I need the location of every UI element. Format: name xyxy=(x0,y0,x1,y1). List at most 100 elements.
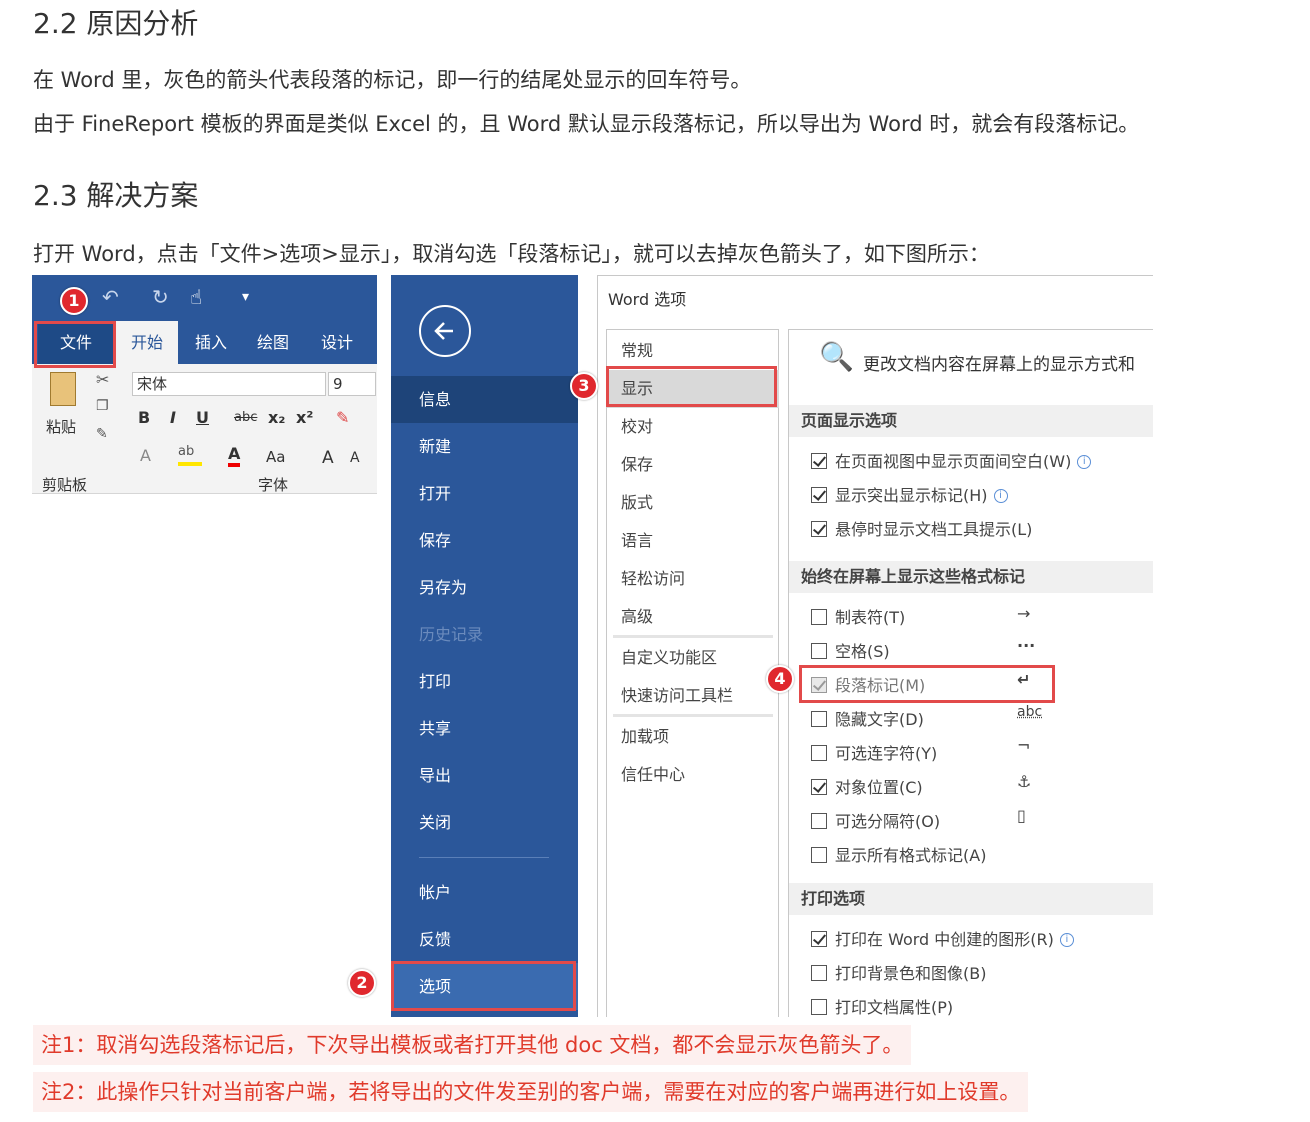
backstage-export[interactable]: 导出 xyxy=(391,752,578,799)
info-icon: i xyxy=(993,489,1008,503)
checkbox[interactable] xyxy=(811,779,827,795)
option-label: 空格(S) xyxy=(835,642,890,661)
backstage-new[interactable]: 新建 xyxy=(391,423,578,470)
backstage-info[interactable]: 信息 xyxy=(391,376,578,423)
nav-customize-ribbon[interactable]: 自定义功能区 xyxy=(607,639,779,677)
option-show-tooltips[interactable]: 悬停时显示文档工具提示(L) xyxy=(811,516,1032,542)
option-label: 对象位置(C) xyxy=(835,778,923,797)
checkbox[interactable] xyxy=(811,487,827,503)
customize-toolbar-icon[interactable]: ▾ xyxy=(242,289,249,305)
option-optional-breaks[interactable]: 可选分隔符(O) xyxy=(811,808,940,834)
option-spaces[interactable]: 空格(S) xyxy=(811,638,890,664)
tab-draw[interactable]: 绘图 xyxy=(242,321,304,364)
copy-icon[interactable]: ❐ xyxy=(96,398,109,414)
format-painter-icon[interactable]: ✎ xyxy=(96,426,108,442)
tab-insert[interactable]: 插入 xyxy=(180,321,242,364)
option-tab-marks[interactable]: 制表符(T) xyxy=(811,604,905,630)
checkbox[interactable] xyxy=(811,643,827,659)
nav-general[interactable]: 常规 xyxy=(607,332,779,370)
subscript-button[interactable]: x₂ xyxy=(268,408,285,427)
font-color-icon[interactable]: A xyxy=(228,444,241,467)
option-print-properties[interactable]: 打印文档属性(P) xyxy=(811,994,953,1017)
highlight-options-item xyxy=(391,961,576,1011)
cut-icon[interactable]: ✂ xyxy=(96,370,109,389)
backstage-share[interactable]: 共享 xyxy=(391,705,578,752)
clear-formatting-icon[interactable]: ✎ xyxy=(336,408,349,427)
tab-home[interactable]: 开始 xyxy=(116,321,178,364)
checkbox[interactable] xyxy=(811,847,827,863)
highlight-color-icon[interactable]: ab xyxy=(178,444,202,466)
formatting-marks-section: 始终在屏幕上显示这些格式标记 xyxy=(789,561,1153,593)
touch-mode-icon[interactable]: ☝ xyxy=(190,285,202,309)
option-label: 显示所有格式标记(A) xyxy=(835,846,987,865)
undo-icon[interactable]: ↶ xyxy=(102,285,119,309)
option-object-anchors[interactable]: 对象位置(C) xyxy=(811,774,923,800)
nav-language[interactable]: 语言 xyxy=(607,522,779,560)
word-options-screenshot: ↶ ↻ ☝ ▾ 文件 开始 插入 绘图 设计 ✂ ❐ ✎ 粘贴 宋体 9 B I… xyxy=(32,275,1153,1017)
backstage-print[interactable]: 打印 xyxy=(391,658,578,705)
shrink-font-button[interactable]: A xyxy=(350,450,360,466)
option-show-all-marks[interactable]: 显示所有格式标记(A) xyxy=(811,842,986,868)
option-label: 打印文档属性(P) xyxy=(835,998,954,1017)
option-label: 可选连字符(Y) xyxy=(835,744,938,763)
text-effects-icon[interactable]: A xyxy=(140,446,151,465)
nav-advanced[interactable]: 高级 xyxy=(607,598,779,636)
backstage-open[interactable]: 打开 xyxy=(391,470,578,517)
nav-trust-center[interactable]: 信任中心 xyxy=(607,756,779,794)
word-ribbon: ↶ ↻ ☝ ▾ 文件 开始 插入 绘图 设计 ✂ ❐ ✎ 粘贴 宋体 9 B I… xyxy=(32,275,377,1017)
option-optional-hyphens[interactable]: 可选连字符(Y) xyxy=(811,740,937,766)
nav-separator xyxy=(613,635,773,638)
checkbox[interactable] xyxy=(811,521,827,537)
font-size-box[interactable]: 9 xyxy=(328,372,376,396)
option-label: 悬停时显示文档工具提示(L) xyxy=(835,520,1033,539)
checkbox[interactable] xyxy=(811,745,827,761)
backstage-feedback[interactable]: 反馈 xyxy=(391,916,578,963)
page-display-section: 页面显示选项 xyxy=(789,405,1153,437)
redo-icon[interactable]: ↻ xyxy=(152,285,169,309)
option-hidden-text[interactable]: 隐藏文字(D) xyxy=(811,706,924,732)
nav-quick-access-toolbar[interactable]: 快速访问工具栏 xyxy=(607,677,779,715)
nav-add-ins[interactable]: 加载项 xyxy=(607,718,779,756)
checkbox[interactable] xyxy=(811,931,827,947)
step-badge-3: 3 xyxy=(570,372,598,400)
paste-label[interactable]: 粘贴 xyxy=(46,416,76,437)
highlight-paragraph-marks xyxy=(799,665,1055,703)
nav-accessibility[interactable]: 轻松访问 xyxy=(607,560,779,598)
grow-font-button[interactable]: A xyxy=(322,448,334,468)
superscript-button[interactable]: x² xyxy=(296,408,313,427)
hidden-text-symbol: abc xyxy=(1017,704,1043,720)
option-print-background[interactable]: 打印背景色和图像(B) xyxy=(811,960,986,986)
font-name-box[interactable]: 宋体 xyxy=(132,372,326,396)
backstage-save[interactable]: 保存 xyxy=(391,517,578,564)
nav-proofing[interactable]: 校对 xyxy=(607,408,779,446)
clipboard-icon[interactable] xyxy=(50,372,76,406)
nav-layout[interactable]: 版式 xyxy=(607,484,779,522)
info-icon: i xyxy=(1059,933,1074,947)
underline-button[interactable]: U xyxy=(196,408,209,427)
backstage-history: 历史记录 xyxy=(419,625,484,644)
clipboard-group-label: 剪贴板 xyxy=(42,476,88,494)
checkbox[interactable] xyxy=(811,999,827,1015)
checkbox[interactable] xyxy=(811,453,827,469)
option-show-whitespace[interactable]: 在页面视图中显示页面间空白(W) i xyxy=(811,448,1092,474)
backstage-close[interactable]: 关闭 xyxy=(391,799,578,846)
option-show-highlight[interactable]: 显示突出显示标记(H) i xyxy=(811,482,1008,508)
heading-2-3: 2.3 解决方案 xyxy=(33,179,199,212)
backstage-save-as[interactable]: 另存为 xyxy=(391,564,578,611)
checkbox[interactable] xyxy=(811,609,827,625)
nav-save[interactable]: 保存 xyxy=(607,446,779,484)
backstage-account[interactable]: 帐户 xyxy=(391,869,578,916)
option-label: 显示突出显示标记(H) xyxy=(835,486,988,505)
tab-design[interactable]: 设计 xyxy=(306,321,368,364)
change-case-button[interactable]: Aa xyxy=(266,448,285,466)
checkbox[interactable] xyxy=(811,711,827,727)
tab-mark-symbol: → xyxy=(1017,604,1031,623)
checkbox[interactable] xyxy=(811,813,827,829)
italic-button[interactable]: I xyxy=(170,408,176,427)
option-print-drawings[interactable]: 打印在 Word 中创建的图形(R) i xyxy=(811,926,1074,952)
strikethrough-button[interactable]: abc xyxy=(234,410,257,425)
space-mark-symbol: ··· xyxy=(1017,636,1036,655)
back-arrow-icon[interactable] xyxy=(419,305,471,357)
bold-button[interactable]: B xyxy=(138,408,150,427)
checkbox[interactable] xyxy=(811,965,827,981)
